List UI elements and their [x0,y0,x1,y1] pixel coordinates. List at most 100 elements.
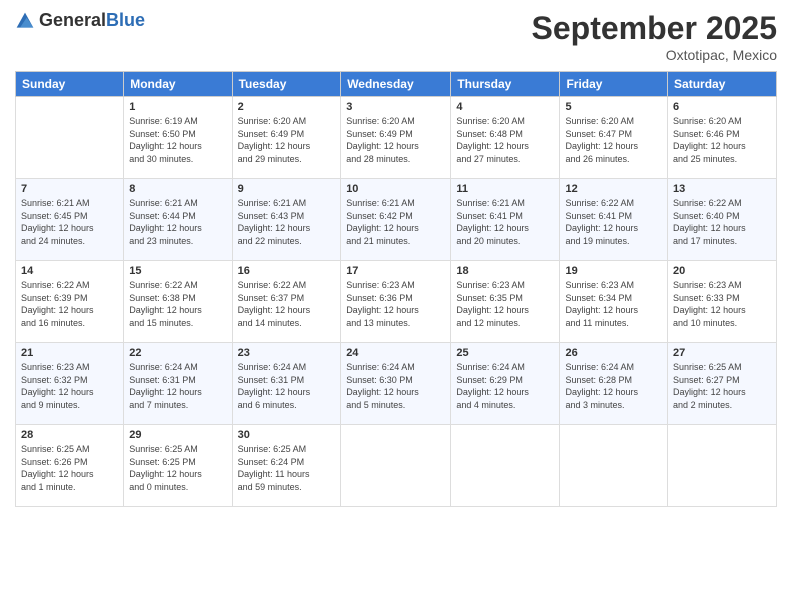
day-number: 3 [346,101,445,113]
calendar-cell: 14 Sunrise: 6:22 AM Sunset: 6:39 PM Dayli… [16,261,124,343]
day-info: Sunrise: 6:23 AM Sunset: 6:34 PM Dayligh… [565,279,662,329]
calendar-cell [16,97,124,179]
day-number: 20 [673,265,771,277]
calendar-cell: 16Sunrise: 6:22 AM Sunset: 6:37 PM Dayli… [232,261,341,343]
day-info: Sunrise: 6:24 AM Sunset: 6:31 PM Dayligh… [238,361,336,411]
day-info: Sunrise: 6:22 AM Sunset: 6:40 PM Dayligh… [673,197,771,247]
day-info: Sunrise: 6:22 AM Sunset: 6:39 PM Dayligh… [21,279,118,329]
week-row-3: 14 Sunrise: 6:22 AM Sunset: 6:39 PM Dayli… [16,261,777,343]
calendar-cell: 18 Sunrise: 6:23 AM Sunset: 6:35 PM Dayli… [451,261,560,343]
day-number: 17 [346,265,445,277]
day-info: Sunrise: 6:21 AM Sunset: 6:42 PM Dayligh… [346,197,445,247]
calendar-cell: 2 Sunrise: 6:20 AM Sunset: 6:49 PM Daylig… [232,97,341,179]
day-info: Sunrise: 6:25 AM Sunset: 6:25 PM Dayligh… [129,443,226,493]
calendar-cell: 22 Sunrise: 6:24 AM Sunset: 6:31 PM Dayli… [124,343,232,425]
day-info: Sunrise: 6:22 AM Sunset: 6:38 PM Dayligh… [129,279,226,329]
day-info: Sunrise: 6:25 AM Sunset: 6:24 PM Dayligh… [238,443,336,493]
day-number: 19 [565,265,662,277]
day-number: 15 [129,265,226,277]
calendar-cell: 11Sunrise: 6:21 AM Sunset: 6:41 PM Dayli… [451,179,560,261]
calendar-cell: 28Sunrise: 6:25 AM Sunset: 6:26 PM Dayli… [16,425,124,507]
day-info: Sunrise: 6:21 AM Sunset: 6:43 PM Dayligh… [238,197,336,247]
page: GeneralBlue September 2025 Oxtotipac, Me… [0,0,792,612]
day-number: 2 [238,101,336,113]
calendar-cell: 8Sunrise: 6:21 AM Sunset: 6:44 PM Daylig… [124,179,232,261]
day-number: 7 [21,183,118,195]
day-number: 21 [21,347,118,359]
day-number: 24 [346,347,445,359]
calendar-cell: 20 Sunrise: 6:23 AM Sunset: 6:33 PM Dayli… [668,261,777,343]
day-info: Sunrise: 6:21 AM Sunset: 6:41 PM Dayligh… [456,197,554,247]
location: Oxtotipac, Mexico [532,47,777,63]
calendar-cell: 19 Sunrise: 6:23 AM Sunset: 6:34 PM Dayli… [560,261,668,343]
calendar-cell: 10 Sunrise: 6:21 AM Sunset: 6:42 PM Dayli… [341,179,451,261]
day-info: Sunrise: 6:24 AM Sunset: 6:30 PM Dayligh… [346,361,445,411]
day-number: 14 [21,265,118,277]
logo: GeneralBlue [15,10,145,31]
day-number: 1 [129,101,226,113]
logo-text: GeneralBlue [39,10,145,31]
day-number: 6 [673,101,771,113]
days-header-row: Sunday Monday Tuesday Wednesday Thursday… [16,72,777,97]
day-number: 9 [238,183,336,195]
logo-general: General [39,10,106,30]
day-info: Sunrise: 6:20 AM Sunset: 6:47 PM Dayligh… [565,115,662,165]
day-info: Sunrise: 6:24 AM Sunset: 6:29 PM Dayligh… [456,361,554,411]
week-row-1: 1 Sunrise: 6:19 AM Sunset: 6:50 PM Daylig… [16,97,777,179]
day-number: 27 [673,347,771,359]
calendar-cell: 25 Sunrise: 6:24 AM Sunset: 6:29 PM Dayli… [451,343,560,425]
day-number: 22 [129,347,226,359]
day-info: Sunrise: 6:22 AM Sunset: 6:41 PM Dayligh… [565,197,662,247]
logo-icon [15,11,35,31]
day-number: 18 [456,265,554,277]
day-number: 29 [129,429,226,441]
col-sunday: Sunday [16,72,124,97]
day-info: Sunrise: 6:24 AM Sunset: 6:28 PM Dayligh… [565,361,662,411]
day-number: 5 [565,101,662,113]
day-info: Sunrise: 6:23 AM Sunset: 6:33 PM Dayligh… [673,279,771,329]
day-info: Sunrise: 6:23 AM Sunset: 6:35 PM Dayligh… [456,279,554,329]
calendar-cell: 21 Sunrise: 6:23 AM Sunset: 6:32 PM Dayli… [16,343,124,425]
calendar-cell: 9 Sunrise: 6:21 AM Sunset: 6:43 PM Daylig… [232,179,341,261]
calendar-cell: 24 Sunrise: 6:24 AM Sunset: 6:30 PM Dayli… [341,343,451,425]
calendar: Sunday Monday Tuesday Wednesday Thursday… [15,71,777,507]
day-info: Sunrise: 6:22 AM Sunset: 6:37 PM Dayligh… [238,279,336,329]
day-info: Sunrise: 6:24 AM Sunset: 6:31 PM Dayligh… [129,361,226,411]
col-thursday: Thursday [451,72,560,97]
day-number: 30 [238,429,336,441]
calendar-cell [451,425,560,507]
day-info: Sunrise: 6:20 AM Sunset: 6:49 PM Dayligh… [346,115,445,165]
week-row-4: 21 Sunrise: 6:23 AM Sunset: 6:32 PM Dayli… [16,343,777,425]
col-tuesday: Tuesday [232,72,341,97]
day-info: Sunrise: 6:20 AM Sunset: 6:48 PM Dayligh… [456,115,554,165]
calendar-cell [668,425,777,507]
logo-blue: Blue [106,10,145,30]
day-number: 12 [565,183,662,195]
day-number: 13 [673,183,771,195]
day-info: Sunrise: 6:23 AM Sunset: 6:32 PM Dayligh… [21,361,118,411]
calendar-cell: 29 Sunrise: 6:25 AM Sunset: 6:25 PM Dayli… [124,425,232,507]
calendar-cell [341,425,451,507]
calendar-cell [560,425,668,507]
day-number: 25 [456,347,554,359]
day-info: Sunrise: 6:25 AM Sunset: 6:26 PM Dayligh… [21,443,118,493]
calendar-cell: 30 Sunrise: 6:25 AM Sunset: 6:24 PM Dayli… [232,425,341,507]
header: GeneralBlue September 2025 Oxtotipac, Me… [15,10,777,63]
col-friday: Friday [560,72,668,97]
col-saturday: Saturday [668,72,777,97]
day-number: 10 [346,183,445,195]
day-info: Sunrise: 6:21 AM Sunset: 6:44 PM Dayligh… [129,197,226,247]
calendar-cell: 23 Sunrise: 6:24 AM Sunset: 6:31 PM Dayli… [232,343,341,425]
day-number: 26 [565,347,662,359]
day-info: Sunrise: 6:20 AM Sunset: 6:49 PM Dayligh… [238,115,336,165]
title-section: September 2025 Oxtotipac, Mexico [532,10,777,63]
calendar-cell: 12 Sunrise: 6:22 AM Sunset: 6:41 PM Dayli… [560,179,668,261]
day-info: Sunrise: 6:25 AM Sunset: 6:27 PM Dayligh… [673,361,771,411]
day-info: Sunrise: 6:21 AM Sunset: 6:45 PM Dayligh… [21,197,118,247]
week-row-5: 28Sunrise: 6:25 AM Sunset: 6:26 PM Dayli… [16,425,777,507]
week-row-2: 7 Sunrise: 6:21 AM Sunset: 6:45 PM Daylig… [16,179,777,261]
day-info: Sunrise: 6:23 AM Sunset: 6:36 PM Dayligh… [346,279,445,329]
day-info: Sunrise: 6:19 AM Sunset: 6:50 PM Dayligh… [129,115,226,165]
day-number: 23 [238,347,336,359]
calendar-cell: 5 Sunrise: 6:20 AM Sunset: 6:47 PM Daylig… [560,97,668,179]
